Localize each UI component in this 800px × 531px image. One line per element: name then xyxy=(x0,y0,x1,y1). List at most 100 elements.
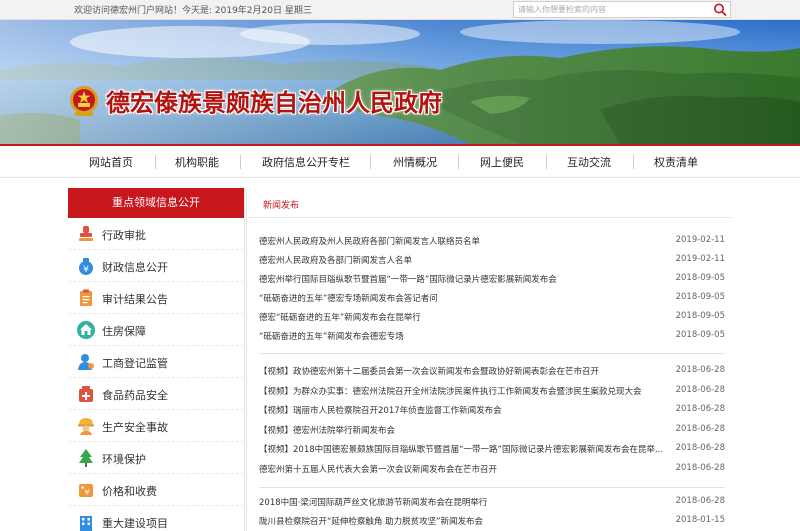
news-item[interactable]: 德宏州第十五届人民代表大会第一次会议新闻发布会在芒市召开 2018-06-28 xyxy=(259,460,725,478)
worker-helmet-icon xyxy=(76,416,96,436)
news-item[interactable]: 德宏“砥砺奋进的五年”新闻发布会在昆举行 2018-09-05 xyxy=(259,308,725,326)
house-icon xyxy=(76,320,96,340)
svg-text:¥: ¥ xyxy=(83,265,89,275)
news-title[interactable]: 德宏“砥砺奋进的五年”新闻发布会在昆举行 xyxy=(259,311,671,323)
sidebar-item-major-projects[interactable]: 重大建设项目 xyxy=(68,506,244,531)
tab-news-release[interactable]: 新闻发布 xyxy=(263,198,299,211)
news-item[interactable]: 德宏州人民政府及州人民政府各部门新闻发言人联络员名单 2019-02-11 xyxy=(259,232,725,250)
news-title[interactable]: 2018中国·梁河国际葫芦丝文化旅游节新闻发布会在昆明举行 xyxy=(259,496,671,508)
sidebar: 重点领域信息公开 行政审批 ¥ 财政信息公开 审计结果公告 住房保障 工商登记监… xyxy=(68,188,245,531)
sidebar-item-label: 生产安全事故 xyxy=(102,421,168,434)
nav-divider xyxy=(458,155,459,169)
nav-divider xyxy=(370,155,371,169)
news-item[interactable]: “砥砺奋进的五年”新闻发布会德宏专场 2018-09-05 xyxy=(259,327,725,345)
sidebar-item-label: 行政审批 xyxy=(102,229,146,242)
news-title[interactable]: 德宏州人民政府及州人民政府各部门新闻发言人联络员名单 xyxy=(259,235,671,247)
news-item[interactable]: 【视频】瑞丽市人民检察院召开2017年侦查监督工作新闻发布会 2018-06-2… xyxy=(259,401,725,419)
banner-landscape-image xyxy=(0,20,800,144)
sidebar-item-label: 重大建设项目 xyxy=(102,517,168,530)
news-date: 2018-06-28 xyxy=(675,385,725,395)
main-nav: 网站首页 机构职能 政府信息公开专栏 州情概况 网上便民 互动交流 权责清单 xyxy=(0,144,800,178)
tree-icon xyxy=(76,448,96,468)
money-bag-icon: ¥ xyxy=(76,256,96,276)
news-item[interactable]: 【视频】德宏州法院举行新闻发布会 2018-06-28 xyxy=(259,421,725,439)
price-tag-icon: ¥ xyxy=(76,480,96,500)
sidebar-item-admin-approval[interactable]: 行政审批 xyxy=(68,218,244,250)
news-item[interactable]: 德宏州人民政府及各部门新闻发言人名单 2019-02-11 xyxy=(259,251,725,269)
news-item[interactable]: 【视频】政协德宏州第十二届委员会第一次会议新闻发布会暨政协好新闻表彰会在芒市召开… xyxy=(259,362,725,380)
nav-divider xyxy=(155,155,156,169)
news-item[interactable]: 2018中国·梁河国际葫芦丝文化旅游节新闻发布会在昆明举行 2018-06-28 xyxy=(259,493,725,511)
sidebar-item-production-safety[interactable]: 生产安全事故 xyxy=(68,410,244,442)
nav-item-interaction[interactable]: 互动交流 xyxy=(567,154,611,170)
nav-divider xyxy=(240,155,241,169)
nav-item-gov-info[interactable]: 政府信息公开专栏 xyxy=(262,154,350,170)
news-group-divider xyxy=(259,353,725,354)
nav-item-power-list[interactable]: 权责清单 xyxy=(654,154,698,170)
sidebar-item-food-drug-safety[interactable]: 食品药品安全 xyxy=(68,378,244,410)
news-item[interactable]: 德宏州举行国际目瑙纵歌节暨首届“一带一路”国际微记录片德宏影展新闻发布会 201… xyxy=(259,270,725,288)
sidebar-item-audit-results[interactable]: 审计结果公告 xyxy=(68,282,244,314)
search-icon[interactable] xyxy=(712,2,728,17)
clipboard-icon xyxy=(76,288,96,308)
news-panel: 新闻发布 德宏州人民政府及州人民政府各部门新闻发言人联络员名单 2019-02-… xyxy=(246,188,732,531)
sidebar-item-finance-info[interactable]: ¥ 财政信息公开 xyxy=(68,250,244,282)
nav-item-institutions[interactable]: 机构职能 xyxy=(175,154,219,170)
person-icon xyxy=(76,352,96,372)
top-bar: 欢迎访问德宏州门户网站！今天是: 2019年2月20日 星期三 xyxy=(0,0,800,20)
sidebar-item-label: 财政信息公开 xyxy=(102,261,168,274)
svg-text:¥: ¥ xyxy=(84,488,89,497)
nav-divider xyxy=(546,155,547,169)
nav-item-overview[interactable]: 州情概况 xyxy=(393,154,437,170)
news-date: 2018-06-28 xyxy=(675,424,725,434)
sidebar-item-housing[interactable]: 住房保障 xyxy=(68,314,244,346)
building-icon xyxy=(76,512,96,531)
news-group-divider xyxy=(259,487,725,488)
news-title[interactable]: “砥砺奋进的五年”新闻发布会德宏专场 xyxy=(259,330,671,342)
news-title[interactable]: 【视频】瑞丽市人民检察院召开2017年侦查监督工作新闻发布会 xyxy=(259,404,671,416)
site-title: 德宏傣族景颇族自治州人民政府 xyxy=(106,88,442,117)
news-date: 2018-06-28 xyxy=(675,496,725,506)
sidebar-heading: 重点领域信息公开 xyxy=(68,188,244,218)
medicine-icon xyxy=(76,384,96,404)
sidebar-item-label: 审计结果公告 xyxy=(102,293,168,306)
sidebar-item-label: 住房保障 xyxy=(102,325,146,338)
nav-item-online-service[interactable]: 网上便民 xyxy=(480,154,524,170)
news-item[interactable]: “砥砺奋进的五年”德宏专场新闻发布会答记者问 2018-09-05 xyxy=(259,289,725,307)
sidebar-item-label: 环境保护 xyxy=(102,453,146,466)
news-date: 2018-09-05 xyxy=(675,311,725,321)
news-tab-bar: 新闻发布 xyxy=(247,188,732,218)
news-title[interactable]: 德宏州第十五届人民代表大会第一次会议新闻发布会在芒市召开 xyxy=(259,463,671,475)
sidebar-item-business-registration[interactable]: 工商登记监管 xyxy=(68,346,244,378)
news-date: 2018-06-28 xyxy=(675,404,725,414)
news-item[interactable]: 【视频】2018中国德宏景颇族国际目瑙纵歌节暨首届“一带一路”国际微记录片德宏影… xyxy=(259,440,725,458)
news-date: 2018-09-05 xyxy=(675,330,725,340)
news-date: 2018-06-28 xyxy=(675,443,725,453)
news-item[interactable]: 陇川县检察院召开“延伸检察触角 助力脱贫攻坚”新闻发布会 2018-01-15 xyxy=(259,512,725,530)
sidebar-item-environment[interactable]: 环境保护 xyxy=(68,442,244,474)
news-title[interactable]: “砥砺奋进的五年”德宏专场新闻发布会答记者问 xyxy=(259,292,671,304)
news-title[interactable]: 【视频】政协德宏州第十二届委员会第一次会议新闻发布会暨政协好新闻表彰会在芒市召开 xyxy=(259,365,671,377)
news-title[interactable]: 【视频】为群众办实事：德宏州法院召开全州法院涉民案件执行工作新闻发布会暨涉民生案… xyxy=(259,385,671,397)
news-date: 2019-02-11 xyxy=(675,235,725,245)
header-banner: 德宏傣族景颇族自治州人民政府 xyxy=(0,20,800,144)
stamp-icon xyxy=(76,224,96,244)
sidebar-item-label: 食品药品安全 xyxy=(102,389,168,402)
news-title[interactable]: 德宏州举行国际目瑙纵歌节暨首届“一带一路”国际微记录片德宏影展新闻发布会 xyxy=(259,273,671,285)
search-input[interactable] xyxy=(518,3,706,16)
news-date: 2018-09-05 xyxy=(675,273,725,283)
news-date: 2018-06-28 xyxy=(675,463,725,473)
search-box[interactable] xyxy=(513,1,731,18)
news-date: 2018-06-28 xyxy=(675,365,725,375)
news-title[interactable]: 【视频】2018中国德宏景颇族国际目瑙纵歌节暨首届“一带一路”国际微记录片德宏影… xyxy=(259,443,671,455)
nav-item-home[interactable]: 网站首页 xyxy=(89,154,133,170)
national-emblem-icon xyxy=(68,84,100,118)
sidebar-item-label: 工商登记监管 xyxy=(102,357,168,370)
news-item[interactable]: 【视频】为群众办实事：德宏州法院召开全州法院涉民案件执行工作新闻发布会暨涉民生案… xyxy=(259,382,725,400)
nav-divider xyxy=(633,155,634,169)
news-title[interactable]: 【视频】德宏州法院举行新闻发布会 xyxy=(259,424,671,436)
news-title[interactable]: 德宏州人民政府及各部门新闻发言人名单 xyxy=(259,254,671,266)
news-title[interactable]: 陇川县检察院召开“延伸检察触角 助力脱贫攻坚”新闻发布会 xyxy=(259,515,671,527)
news-date: 2018-01-15 xyxy=(675,515,725,525)
sidebar-item-prices-fees[interactable]: ¥ 价格和收费 xyxy=(68,474,244,506)
